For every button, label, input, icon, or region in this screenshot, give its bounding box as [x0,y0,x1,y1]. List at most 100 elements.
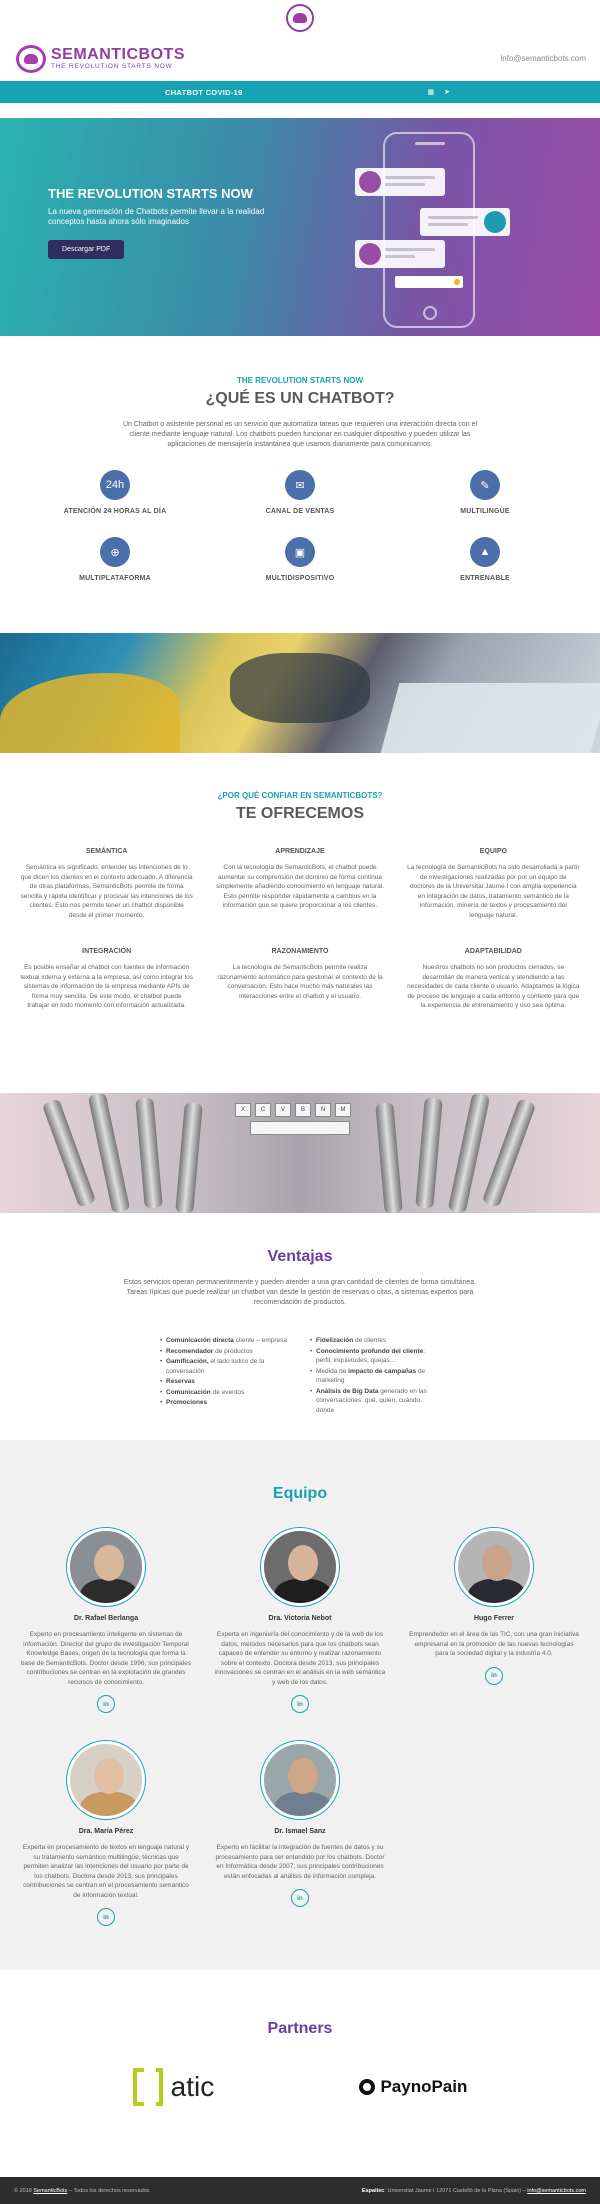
footer-email-link[interactable]: info@semanticbots.com [527,2188,586,2194]
list-item: Recomendador de productos [160,1347,290,1357]
list-item: Comunicación de eventos [160,1388,290,1398]
team-member: Dr. Ismael Sanz Experto en facilitar la … [209,1741,391,1926]
list-item: Fidelización de clientes [310,1336,440,1346]
feature-item: ▲ ENTRENABLE [393,537,578,582]
linkedin-icon[interactable]: in [291,1889,309,1907]
avatar [455,1528,533,1606]
avatar [67,1741,145,1819]
feature-label: ATENCIÓN 24 HORAS AL DÍA [23,508,208,515]
robot-face-icon [16,45,46,73]
people-working-photo [0,633,600,753]
list-item: Conocimiento profundo del cliente: perfi… [310,1347,440,1366]
features-grid: 24h ATENCIÓN 24 HORAS AL DÍA ✉ CANAL DE … [23,470,578,582]
chat-bubble-user [420,208,510,236]
speech-bubbles-icon: ✎ [470,470,500,500]
site-header: SEMANTICBOTS THE REVOLUTION STARTS NOW i… [0,36,600,81]
bot-avatar-icon [359,171,381,193]
ventajas-list-left: Comunicación directa cliente – empresa R… [160,1336,290,1416]
hero-text: THE REVOLUTION STARTS NOW La nueva gener… [48,186,298,259]
feature-label: CANAL DE VENTAS [208,508,393,515]
paper-plane-icon[interactable]: ➤ [444,88,450,96]
team-member: Hugo Ferrer Emprendedor en el área de la… [403,1528,585,1713]
offer-item: INTEGRACIÓN Es posible enseñar al chatbo… [20,948,193,1011]
member-bio: Experto en facilitar la integración de f… [209,1843,391,1881]
chat-bubble-bot [355,168,445,196]
site-footer: © 2018 SemanticBots – Todos los derechos… [0,2177,600,2204]
list-item: Comunicación directa cliente – empresa [160,1336,290,1346]
user-avatar-icon [484,211,506,233]
partner-logos: atic PaynoPain [0,2068,600,2106]
list-item: Gamificación, el lado lúdico de la conve… [160,1357,290,1376]
avatar [261,1528,339,1606]
list-item: Medida de impacto de campañas de marketi… [310,1367,440,1386]
linkedin-icon[interactable]: in [291,1695,309,1713]
member-name: Hugo Ferrer [403,1615,585,1622]
header-email-link[interactable]: info@semanticbots.com [501,54,587,63]
feature-label: ENTRENABLE [393,575,578,582]
offer-item: ADAPTABILIDAD Nuestros chatbots no son p… [407,948,580,1011]
main-nav: CHATBOT COVID-19 ▦ ➤ [0,81,600,103]
offer-title: RAZONAMIENTO [213,948,386,955]
atic-logo[interactable]: atic [133,2068,215,2106]
ventajas-section: Ventajas Estos servicios operan permanen… [0,1213,600,1440]
footer-address: Espaitec: Universitat Jaume I 12071 Cast… [362,2188,586,2194]
footer-brand-link[interactable]: SemanticBots [33,2188,67,2194]
offer-title: EQUIPO [407,848,580,855]
offer-title: ADAPTABILIDAD [407,948,580,955]
linkedin-icon[interactable]: in [97,1908,115,1926]
member-bio: Experto en procesamiento inteligente en … [15,1630,197,1687]
robot-hands-keyboard-photo: X C V B N M [0,1093,600,1213]
linkedin-icon[interactable]: in [485,1667,503,1685]
section-description: Estos servicios operan permanentemente y… [120,1278,480,1308]
hero-subtitle: La nueva generación de Chatbots permite … [48,207,298,227]
equipo-section: Equipo Dr. Rafael Berlanga Experto en pr… [0,1440,600,1970]
avatar [67,1528,145,1606]
member-bio: Experta en procesamiento de textos en le… [15,1843,197,1900]
section-description: Un Chatbot o asistente personal es un se… [120,420,480,450]
feature-label: MULTIDISPOSITIVO [208,575,393,582]
clock-24h-icon: 24h [100,470,130,500]
nav-icons: ▦ ➤ [428,88,600,96]
ventajas-lists: Comunicación directa cliente – empresa R… [0,1336,600,1416]
download-pdf-button[interactable]: Descargar PDF [48,240,124,259]
hero-title: THE REVOLUTION STARTS NOW [48,186,298,201]
avatar [261,1741,339,1819]
hero-banner: THE REVOLUTION STARTS NOW La nueva gener… [0,118,600,336]
section-title: Partners [0,2020,600,2038]
linkedin-icon[interactable]: in [97,1695,115,1713]
offer-text: Semántica es significado, entender las i… [20,863,193,920]
feature-item: ✎ MULTILINGÜE [393,470,578,515]
team-grid: Dr. Rafael Berlanga Experto en procesami… [15,1528,585,1926]
graduation-cap-icon: ▲ [470,537,500,567]
member-name: Dr. Rafael Berlanga [15,1615,197,1622]
paynopain-logo[interactable]: PaynoPain [359,2077,467,2097]
feature-item: ✉ CANAL DE VENTAS [208,470,393,515]
member-name: Dra. María Pérez [15,1828,197,1835]
offer-text: Es posible enseñar al chatbot con fuente… [20,963,193,1011]
chat-bubble-bot-2 [355,240,445,268]
ventajas-list-right: Fidelización de clientes Conocimiento pr… [310,1336,440,1416]
top-logo-strip [0,0,600,36]
feature-item: ▣ MULTIDISPOSITIVO [208,537,393,582]
list-item: Promociones [160,1398,290,1408]
offer-item: RAZONAMIENTO La tecnología de SemanticBo… [213,948,386,1011]
member-name: Dra. Victoria Nebot [209,1615,391,1622]
list-item: Análisis de Big Data generado en las con… [310,1387,440,1416]
brand-logo[interactable]: SEMANTICBOTS THE REVOLUTION STARTS NOW [16,45,185,73]
robot-logo-icon[interactable] [286,4,314,32]
footer-copyright: © 2018 SemanticBots – Todos los derechos… [14,2188,149,2194]
member-bio: Experta en ingeniería del conocimiento y… [209,1630,391,1687]
offer-text: Con la tecnología de SemanticBots, el ch… [213,863,386,911]
brand-name: SEMANTICBOTS [51,47,185,63]
feature-item: ⊕ MULTIPLATAFORMA [23,537,208,582]
megaphone-icon: ✉ [285,470,315,500]
list-item: Reservas [160,1377,290,1387]
page: SEMANTICBOTS THE REVOLUTION STARTS NOW i… [0,0,600,2204]
offer-item: SEMÁNTICA Semántica es significado, ente… [20,848,193,920]
feature-item: 24h ATENCIÓN 24 HORAS AL DÍA [23,470,208,515]
grid-icon[interactable]: ▦ [428,88,435,96]
ring-icon [359,2079,375,2095]
offer-grid: SEMÁNTICA Semántica es significado, ente… [20,848,580,1011]
nav-item-chatbot-covid[interactable]: CHATBOT COVID-19 [145,88,263,97]
section-title: TE OFRECEMOS [0,805,600,823]
